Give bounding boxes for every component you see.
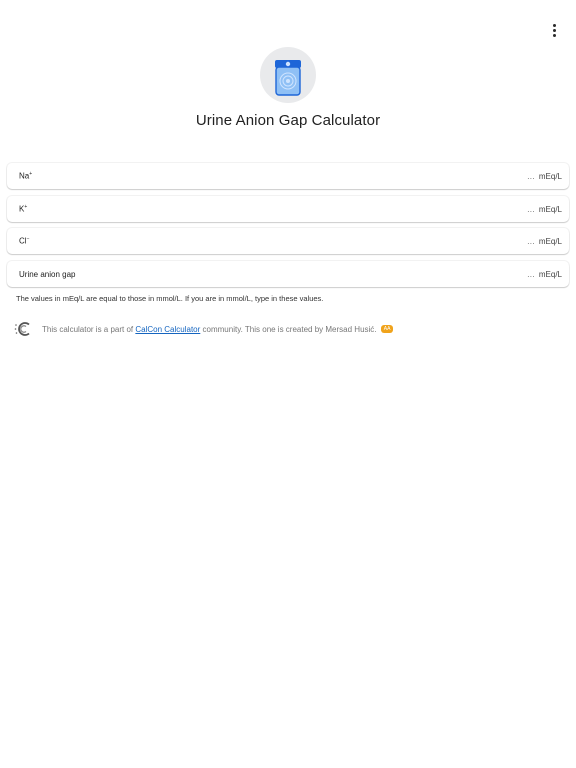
footer-suffix: community. This one is created by Mersad… [200,324,377,334]
urine-container-icon [275,60,301,96]
field-superscript: − [26,236,30,243]
more-vert-icon [552,23,556,27]
field-superscript: + [24,204,28,211]
potassium-field[interactable]: K+ … mEq/L [7,196,569,222]
sodium-input[interactable]: … [527,172,535,181]
footer-prefix: This calculator is a part of [42,324,136,334]
field-unit: mEq/L [538,171,562,181]
field-unit: mEq/L [538,204,562,214]
potassium-input[interactable]: … [527,205,535,214]
sodium-field[interactable]: Na+ … mEq/L [7,163,569,189]
unit-note: The values in mEq/L are equal to those i… [16,294,324,303]
field-label: Urine anion gap [19,269,76,279]
calculator-logo [260,47,316,103]
field-unit: mEq/L [538,269,562,279]
calcon-logo-icon [14,322,30,336]
footer-credit: This calculator is a part of CalCon Calc… [14,321,394,337]
author-badge: AA [380,325,394,334]
calcon-link[interactable]: CalCon Calculator [135,325,200,334]
field-unit: mEq/L [538,236,562,246]
more-menu-button[interactable] [542,20,566,40]
field-superscript: + [29,171,33,178]
page-title: Urine Anion Gap Calculator [195,112,381,129]
urine-anion-gap-input[interactable]: … [527,270,535,279]
urine-anion-gap-field[interactable]: Urine anion gap … mEq/L [7,261,569,287]
chloride-field[interactable]: Cl− … mEq/L [7,228,569,254]
field-label: Cl [19,236,27,246]
chloride-input[interactable]: … [527,237,535,246]
field-label: Na [19,171,30,181]
